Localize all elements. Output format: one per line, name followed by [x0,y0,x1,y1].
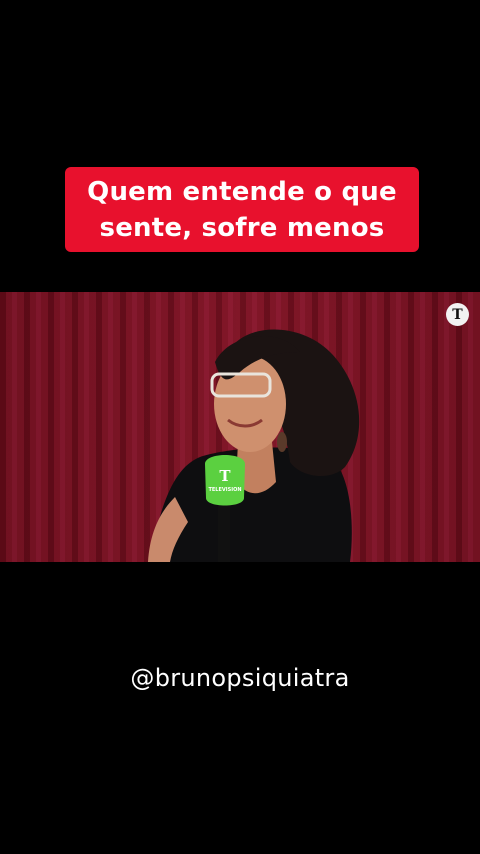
channel-logo-letter: T [452,306,463,323]
caption-line-2: sente, sofre menos [99,212,385,243]
caption-banner: Quem entende o que sente, sofre menos [65,167,419,252]
author-handle: @brunopsiquiatra [130,664,350,692]
video-frame[interactable]: T TELEVISION [0,292,480,562]
mic-flag-subtext: TELEVISION [208,487,241,493]
caption-text: Quem entende o que sente, sofre menos [87,174,397,246]
video-scene: T TELEVISION [0,292,480,562]
earring [277,432,287,452]
mic-flag-letter: T [219,467,231,485]
channel-logo-badge: T [446,303,469,326]
caption-line-1: Quem entende o que [87,176,397,207]
